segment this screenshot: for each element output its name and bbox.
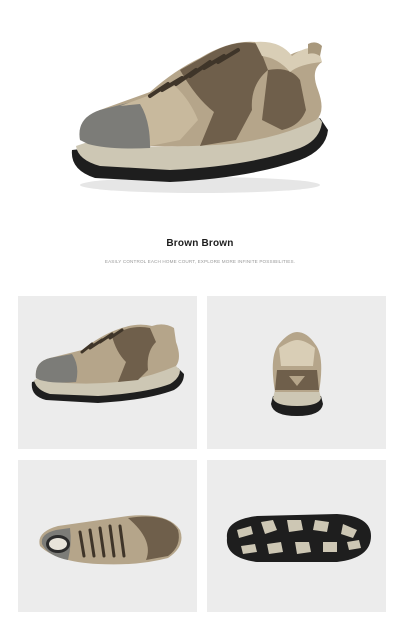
hero-shoe-image — [0, 0, 400, 215]
shoe-outsole-view-image — [207, 460, 386, 612]
shoe-side-view-image — [18, 296, 197, 449]
shoe-top-view-image — [18, 460, 197, 612]
product-tagline: EASILY CONTROL EACH HOME COURT, EXPLORE … — [104, 259, 296, 264]
product-color-title: Brown Brown — [166, 238, 234, 249]
shoe-back-view-image — [207, 296, 386, 449]
